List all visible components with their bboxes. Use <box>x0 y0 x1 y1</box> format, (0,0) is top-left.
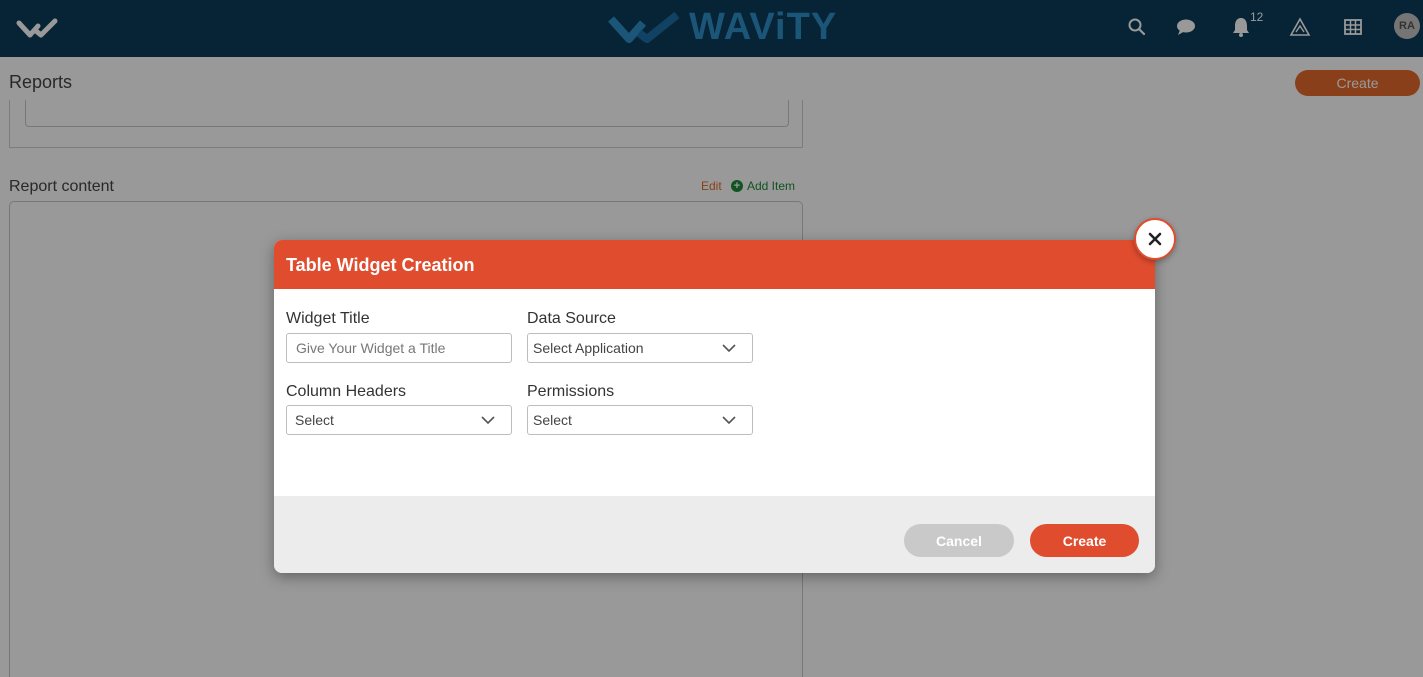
column-headers-select[interactable]: Select <box>286 405 512 435</box>
permissions-value: Select <box>533 412 572 428</box>
widget-title-label: Widget Title <box>286 310 370 327</box>
cancel-button[interactable]: Cancel <box>904 524 1014 557</box>
dialog-title: Table Widget Creation <box>274 240 1155 289</box>
column-headers-value: Select <box>295 412 334 428</box>
create-button[interactable]: Create <box>1030 524 1139 557</box>
dialog-footer: Cancel Create <box>274 496 1155 573</box>
column-headers-label: Column Headers <box>286 383 407 400</box>
dialog-body: Widget Title Data Source Select Applicat… <box>274 289 1155 496</box>
permissions-select[interactable]: Select <box>527 405 753 435</box>
data-source-select[interactable]: Select Application <box>527 333 753 363</box>
permissions-label: Permissions <box>527 383 615 400</box>
close-dialog-button[interactable] <box>1134 218 1176 260</box>
close-icon <box>1148 232 1162 246</box>
chevron-down-icon <box>722 416 736 425</box>
table-widget-creation-dialog: Table Widget Creation Widget Title Data … <box>274 240 1155 573</box>
data-source-label: Data Source <box>527 310 616 327</box>
widget-title-input[interactable] <box>286 333 512 363</box>
chevron-down-icon <box>481 416 495 425</box>
data-source-value: Select Application <box>533 340 644 356</box>
chevron-down-icon <box>722 344 736 353</box>
